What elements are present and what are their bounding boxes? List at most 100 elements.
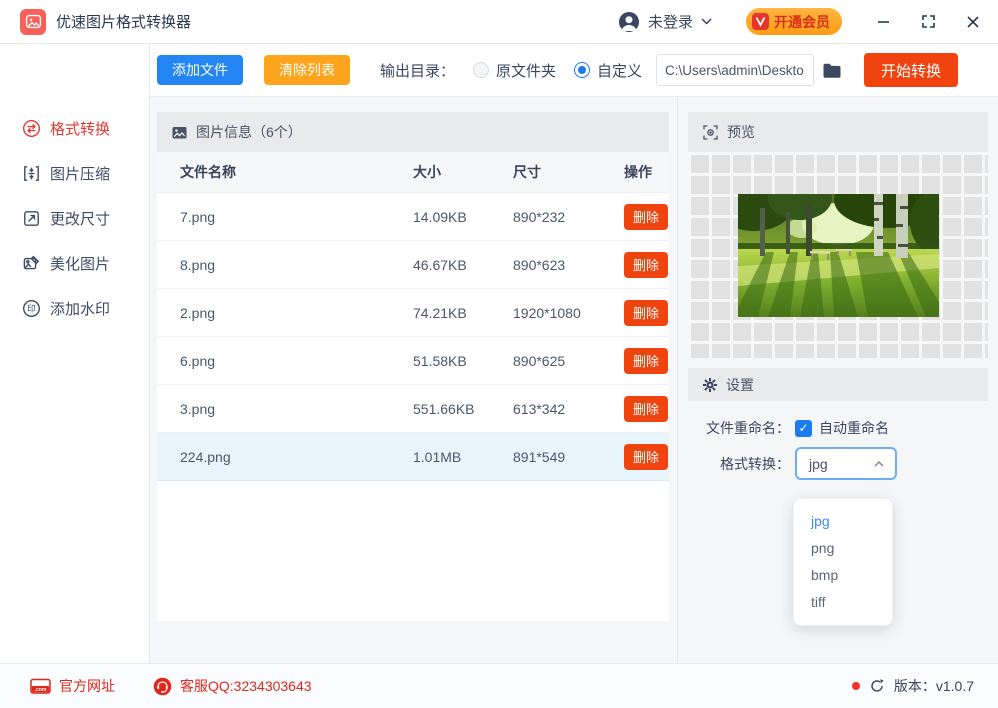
table-empty-area xyxy=(157,481,669,621)
col-header-action: 操作 xyxy=(624,164,652,180)
file-size: 46.67KB xyxy=(413,256,467,273)
delete-button[interactable]: 删除 xyxy=(624,299,668,326)
file-size: 551.66KB xyxy=(413,400,475,417)
watermark-icon: 印 xyxy=(22,299,41,318)
delete-button[interactable]: 删除 xyxy=(624,443,668,470)
beautify-icon xyxy=(22,254,41,273)
start-convert-button[interactable]: 开始转换 xyxy=(863,53,958,87)
file-name: 7.png xyxy=(180,208,216,225)
radio-original-folder[interactable] xyxy=(472,62,489,78)
auto-rename-label: 自动重命名 xyxy=(819,420,889,436)
table-row[interactable]: 6.png 51.58KB 890*625 删除 xyxy=(157,337,669,385)
settings-title: 设置 xyxy=(726,376,754,393)
official-site-link[interactable]: .com 官方网址 xyxy=(30,676,115,696)
add-files-button[interactable]: 添加文件 xyxy=(157,55,243,85)
headset-icon xyxy=(153,677,172,696)
folder-icon xyxy=(822,62,842,79)
customer-service-link[interactable]: 客服QQ:3234303643 xyxy=(153,676,312,696)
output-path-input[interactable] xyxy=(655,54,814,86)
sidebar-item-resize[interactable]: 更改尺寸 xyxy=(0,196,149,241)
col-header-name: 文件名称 xyxy=(180,164,236,180)
table-header-row: 文件名称 大小 尺寸 操作 xyxy=(157,152,669,193)
delete-button[interactable]: 删除 xyxy=(624,347,668,374)
vip-badge-icon xyxy=(752,13,769,30)
file-name: 224.png xyxy=(180,448,231,465)
status-dot xyxy=(851,682,860,690)
sidebar-item-label: 图片压缩 xyxy=(50,166,111,183)
file-name: 8.png xyxy=(180,256,216,273)
radio-custom-folder-label: 自定义 xyxy=(596,62,642,80)
image-info-icon xyxy=(171,124,188,141)
app-title: 优速图片格式转换器 xyxy=(56,14,192,31)
svg-text:印: 印 xyxy=(27,303,36,314)
gear-icon xyxy=(702,377,718,393)
version-label: 版本：v1.0.7 xyxy=(893,678,974,694)
col-header-size: 大小 xyxy=(413,164,441,180)
open-vip-button[interactable]: 开通会员 xyxy=(746,8,842,35)
chevron-down-icon xyxy=(701,18,712,25)
format-select-value: jpg xyxy=(809,455,828,472)
transparency-checkerboard xyxy=(688,152,988,358)
sidebar-item-label: 更改尺寸 xyxy=(50,211,111,228)
table-row[interactable]: 8.png 46.67KB 890*623 删除 xyxy=(157,241,669,289)
table-section-title: 图片信息（6个） xyxy=(196,124,302,140)
file-name: 2.png xyxy=(180,304,216,321)
sidebar: 格式转换 图片压缩 更改尺寸 美化图片 印 添加水印 xyxy=(0,44,150,663)
output-dir-label: 输出目录： xyxy=(379,62,455,80)
file-size: 14.09KB xyxy=(413,208,467,225)
file-dims: 1920*1080 xyxy=(513,304,581,321)
delete-button[interactable]: 删除 xyxy=(624,251,668,278)
maximize-button[interactable] xyxy=(921,14,936,29)
sidebar-item-label: 美化图片 xyxy=(50,256,111,273)
file-name: 3.png xyxy=(180,400,216,417)
delete-button[interactable]: 删除 xyxy=(624,395,668,422)
format-option-jpg[interactable]: jpg xyxy=(794,508,892,535)
browse-folder-button[interactable] xyxy=(822,62,842,79)
format-option-bmp[interactable]: bmp xyxy=(794,562,892,589)
format-dropdown: jpg png bmp tiff xyxy=(793,498,893,626)
table-row-selected[interactable]: 224.png 1.01MB 891*549 删除 xyxy=(157,433,669,481)
minimize-button[interactable] xyxy=(876,14,891,29)
radio-original-folder-label: 原文件夹 xyxy=(495,62,556,80)
format-label: 格式转换： xyxy=(720,455,790,472)
sidebar-item-beautify[interactable]: 美化图片 xyxy=(0,241,149,286)
preview-image[interactable] xyxy=(737,194,939,317)
file-dims: 890*623 xyxy=(513,256,566,273)
file-size: 51.58KB xyxy=(413,352,467,369)
chevron-up-icon xyxy=(873,460,885,468)
login-status-label: 未登录 xyxy=(647,14,693,31)
footer: .com 官方网址 客服QQ:3234303643 版本：v1.0.7 xyxy=(0,663,998,708)
avatar-icon xyxy=(618,11,640,33)
format-option-tiff[interactable]: tiff xyxy=(794,589,892,616)
close-button[interactable] xyxy=(966,15,980,29)
format-option-png[interactable]: png xyxy=(794,535,892,562)
sidebar-item-format-convert[interactable]: 格式转换 xyxy=(0,106,149,151)
file-size: 74.21KB xyxy=(413,304,467,321)
settings-header: 设置 xyxy=(688,368,988,401)
preview-title: 预览 xyxy=(727,124,755,140)
sidebar-item-image-compress[interactable]: 图片压缩 xyxy=(0,151,149,196)
table-row[interactable]: 2.png 74.21KB 1920*1080 删除 xyxy=(157,289,669,337)
app-logo-icon xyxy=(20,8,46,35)
sidebar-item-watermark[interactable]: 印 添加水印 xyxy=(0,286,149,331)
clear-list-button[interactable]: 清除列表 xyxy=(264,55,350,85)
official-site-label: 官方网址 xyxy=(59,678,115,694)
rename-label: 文件重命名： xyxy=(706,420,790,436)
customer-service-label: 客服QQ:3234303643 xyxy=(180,678,312,694)
check-update-icon[interactable] xyxy=(869,678,885,694)
svg-text:.com: .com xyxy=(34,687,46,693)
file-table-panel: 图片信息（6个） 文件名称 大小 尺寸 操作 7.png 14.09KB 890… xyxy=(157,112,669,621)
sidebar-item-label: 添加水印 xyxy=(50,301,111,318)
image-compress-icon xyxy=(22,164,41,183)
table-row[interactable]: 7.png 14.09KB 890*232 删除 xyxy=(157,193,669,241)
login-menu[interactable]: 未登录 xyxy=(618,11,712,33)
titlebar: 优速图片格式转换器 未登录 开通会员 xyxy=(0,0,998,44)
format-select[interactable]: jpg xyxy=(795,447,897,480)
auto-rename-checkbox[interactable]: ✓ xyxy=(795,419,812,437)
radio-custom-folder[interactable] xyxy=(573,62,590,78)
table-row[interactable]: 3.png 551.66KB 613*342 删除 xyxy=(157,385,669,433)
vip-button-label: 开通会员 xyxy=(774,13,830,30)
toolbar: 添加文件 清除列表 输出目录： 原文件夹 自定义 开始转换 xyxy=(150,44,998,97)
delete-button[interactable]: 删除 xyxy=(624,203,668,230)
preview-header: 预览 xyxy=(688,112,988,152)
